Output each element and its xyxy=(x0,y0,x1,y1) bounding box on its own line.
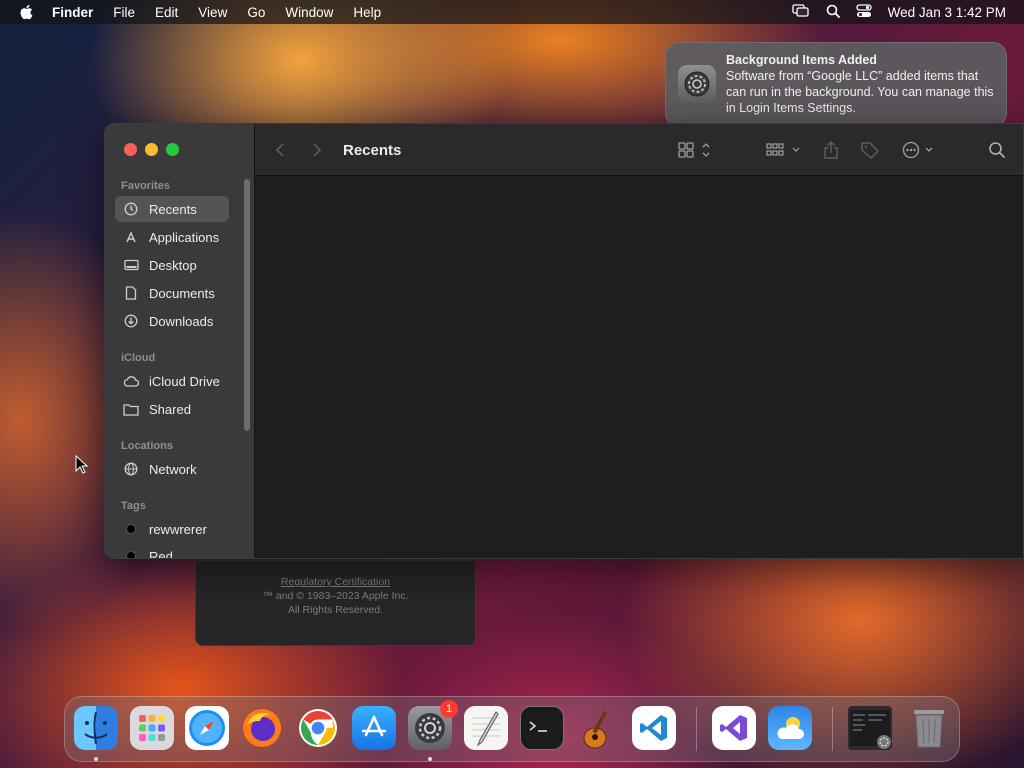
notification-banner[interactable]: Background Items Added Software from “Go… xyxy=(665,42,1007,127)
download-icon xyxy=(123,313,139,329)
rights-text: All Rights Reserved. xyxy=(287,604,384,616)
menu-go[interactable]: Go xyxy=(237,5,275,20)
network-icon xyxy=(123,461,139,477)
notification-badge: 1 xyxy=(440,700,458,718)
sidebar-tag-item[interactable]: rewwrerer xyxy=(115,516,229,542)
window-title: Recents xyxy=(343,141,402,159)
sidebar-item-desktop[interactable]: Desktop xyxy=(115,252,229,278)
section-locations: Locations xyxy=(121,440,173,452)
group-by-icon[interactable] xyxy=(766,124,802,176)
mouse-cursor-icon xyxy=(75,454,89,480)
sidebar-item-label: rewwrerer xyxy=(149,521,207,537)
cloud-icon xyxy=(123,373,139,389)
weather-icon[interactable] xyxy=(768,706,812,750)
sidebar-item-label: Applications xyxy=(149,229,220,245)
finder-icon[interactable] xyxy=(74,706,118,750)
menu-bar: Finder File Edit View Go Window Help Wed… xyxy=(0,0,1024,24)
sidebar-item-label: Red xyxy=(149,548,173,559)
finder-sidebar: Favorites Recents Applications Desktop D… xyxy=(105,124,255,558)
search-icon[interactable] xyxy=(826,4,840,21)
launchpad-icon[interactable] xyxy=(130,706,174,750)
search-icon[interactable] xyxy=(988,124,1006,176)
file-list-area[interactable] xyxy=(255,176,1023,558)
notification-body: Software from “Google LLC” added items t… xyxy=(726,69,994,115)
sidebar-tag-item[interactable]: Red xyxy=(115,543,229,559)
gear-icon xyxy=(678,65,716,103)
clock-icon xyxy=(123,201,139,217)
sidebar-item-applications[interactable]: Applications xyxy=(115,224,229,250)
action-menu-icon[interactable] xyxy=(902,124,938,176)
desktop-icon xyxy=(123,257,139,273)
menu-help[interactable]: Help xyxy=(343,5,391,20)
shared-folder-icon xyxy=(123,401,139,417)
visual-studio-icon[interactable] xyxy=(712,706,756,750)
control-center-icon[interactable] xyxy=(856,3,872,21)
copyright-text: ™ and © 1983–2023 Apple Inc. xyxy=(262,590,409,602)
minimized-window-icon[interactable] xyxy=(848,706,892,750)
sidebar-item-label: iCloud Drive xyxy=(149,373,220,389)
dock-separator xyxy=(696,707,697,751)
sidebar-item-network[interactable]: Network xyxy=(115,456,229,482)
terminal-icon[interactable] xyxy=(520,706,564,750)
app-store-icon[interactable] xyxy=(352,706,396,750)
menu-app-name[interactable]: Finder xyxy=(52,5,103,20)
view-mode-icon[interactable] xyxy=(678,124,714,176)
section-tags: Tags xyxy=(121,500,146,512)
finder-toolbar: Recents xyxy=(255,124,1023,176)
firefox-icon[interactable] xyxy=(240,706,284,750)
garageband-icon[interactable] xyxy=(576,706,620,750)
menu-view[interactable]: View xyxy=(188,5,237,20)
screen-mirroring-icon[interactable] xyxy=(792,3,810,21)
sidebar-item-icloud-drive[interactable]: iCloud Drive xyxy=(115,368,229,394)
running-indicator xyxy=(94,757,98,761)
zoom-button[interactable] xyxy=(166,143,179,156)
tag-icon[interactable] xyxy=(860,124,880,176)
share-icon[interactable] xyxy=(823,124,839,176)
menu-clock[interactable]: Wed Jan 3 1:42 PM xyxy=(888,5,1006,20)
notification-title: Background Items Added xyxy=(726,53,877,67)
finder-window: Favorites Recents Applications Desktop D… xyxy=(104,123,1024,559)
section-icloud: iCloud xyxy=(121,352,156,364)
tag-dot-icon xyxy=(123,521,139,537)
apple-menu-icon[interactable] xyxy=(0,4,52,20)
sidebar-item-label: Desktop xyxy=(149,257,197,273)
chrome-icon[interactable] xyxy=(296,706,340,750)
about-window: Regulatory Certification ™ and © 1983–20… xyxy=(195,560,476,646)
trash-icon[interactable] xyxy=(907,706,951,750)
sidebar-item-label: Documents xyxy=(149,285,215,301)
sidebar-item-downloads[interactable]: Downloads xyxy=(115,308,229,334)
close-button[interactable] xyxy=(124,143,137,156)
back-icon[interactable] xyxy=(275,124,285,176)
menu-file[interactable]: File xyxy=(103,5,145,20)
sidebar-item-shared[interactable]: Shared xyxy=(115,396,229,422)
minimize-button[interactable] xyxy=(145,143,158,156)
dock: 1 xyxy=(64,696,960,762)
sidebar-item-label: Recents xyxy=(149,201,197,217)
forward-icon[interactable] xyxy=(312,124,322,176)
running-indicator xyxy=(428,757,432,761)
sidebar-item-label: Shared xyxy=(149,401,191,417)
sidebar-item-documents[interactable]: Documents xyxy=(115,280,229,306)
vscode-icon[interactable] xyxy=(632,706,676,750)
menu-edit[interactable]: Edit xyxy=(145,5,188,20)
dock-separator xyxy=(832,707,833,751)
sidebar-item-recents[interactable]: Recents xyxy=(115,196,229,222)
document-icon xyxy=(123,285,139,301)
safari-icon[interactable] xyxy=(185,706,229,750)
textedit-icon[interactable] xyxy=(464,706,508,750)
applications-icon xyxy=(123,229,139,245)
sidebar-item-label: Downloads xyxy=(149,313,214,329)
regulatory-certification-link[interactable]: Regulatory Certification xyxy=(196,575,475,589)
sidebar-item-label: Network xyxy=(149,461,197,477)
sidebar-scrollbar[interactable] xyxy=(244,179,250,431)
menu-window[interactable]: Window xyxy=(275,5,343,20)
tag-dot-icon xyxy=(123,548,139,558)
window-controls xyxy=(124,143,179,156)
section-favorites: Favorites xyxy=(121,180,170,192)
system-settings-icon[interactable]: 1 xyxy=(408,700,458,750)
